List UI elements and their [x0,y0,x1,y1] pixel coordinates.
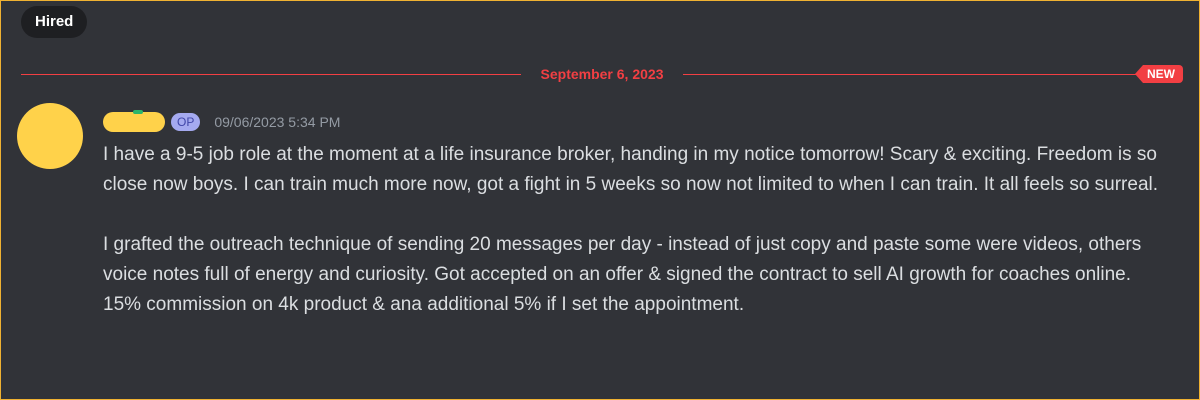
discord-thread-view: Hired September 6, 2023 NEW OP 09/06/202… [0,0,1200,400]
divider-line-left [21,74,521,75]
username-redacted[interactable] [103,110,165,132]
new-messages-divider: September 6, 2023 NEW [21,65,1183,83]
message-paragraph: I have a 9-5 job role at the moment at a… [103,144,1159,195]
message-content: I have a 9-5 job role at the moment at a… [103,140,1163,320]
message-header: OP 09/06/2023 5:34 PM [103,110,340,134]
new-badge: NEW [1135,65,1183,83]
op-badge: OP [171,113,201,131]
message-paragraph: I grafted the outreach technique of send… [103,234,1142,315]
avatar[interactable] [17,103,83,169]
divider-date: September 6, 2023 [540,66,664,82]
thread-tag-hired[interactable]: Hired [21,6,88,38]
divider-line-right [683,74,1143,75]
message-timestamp[interactable]: 09/06/2023 5:34 PM [214,114,340,130]
